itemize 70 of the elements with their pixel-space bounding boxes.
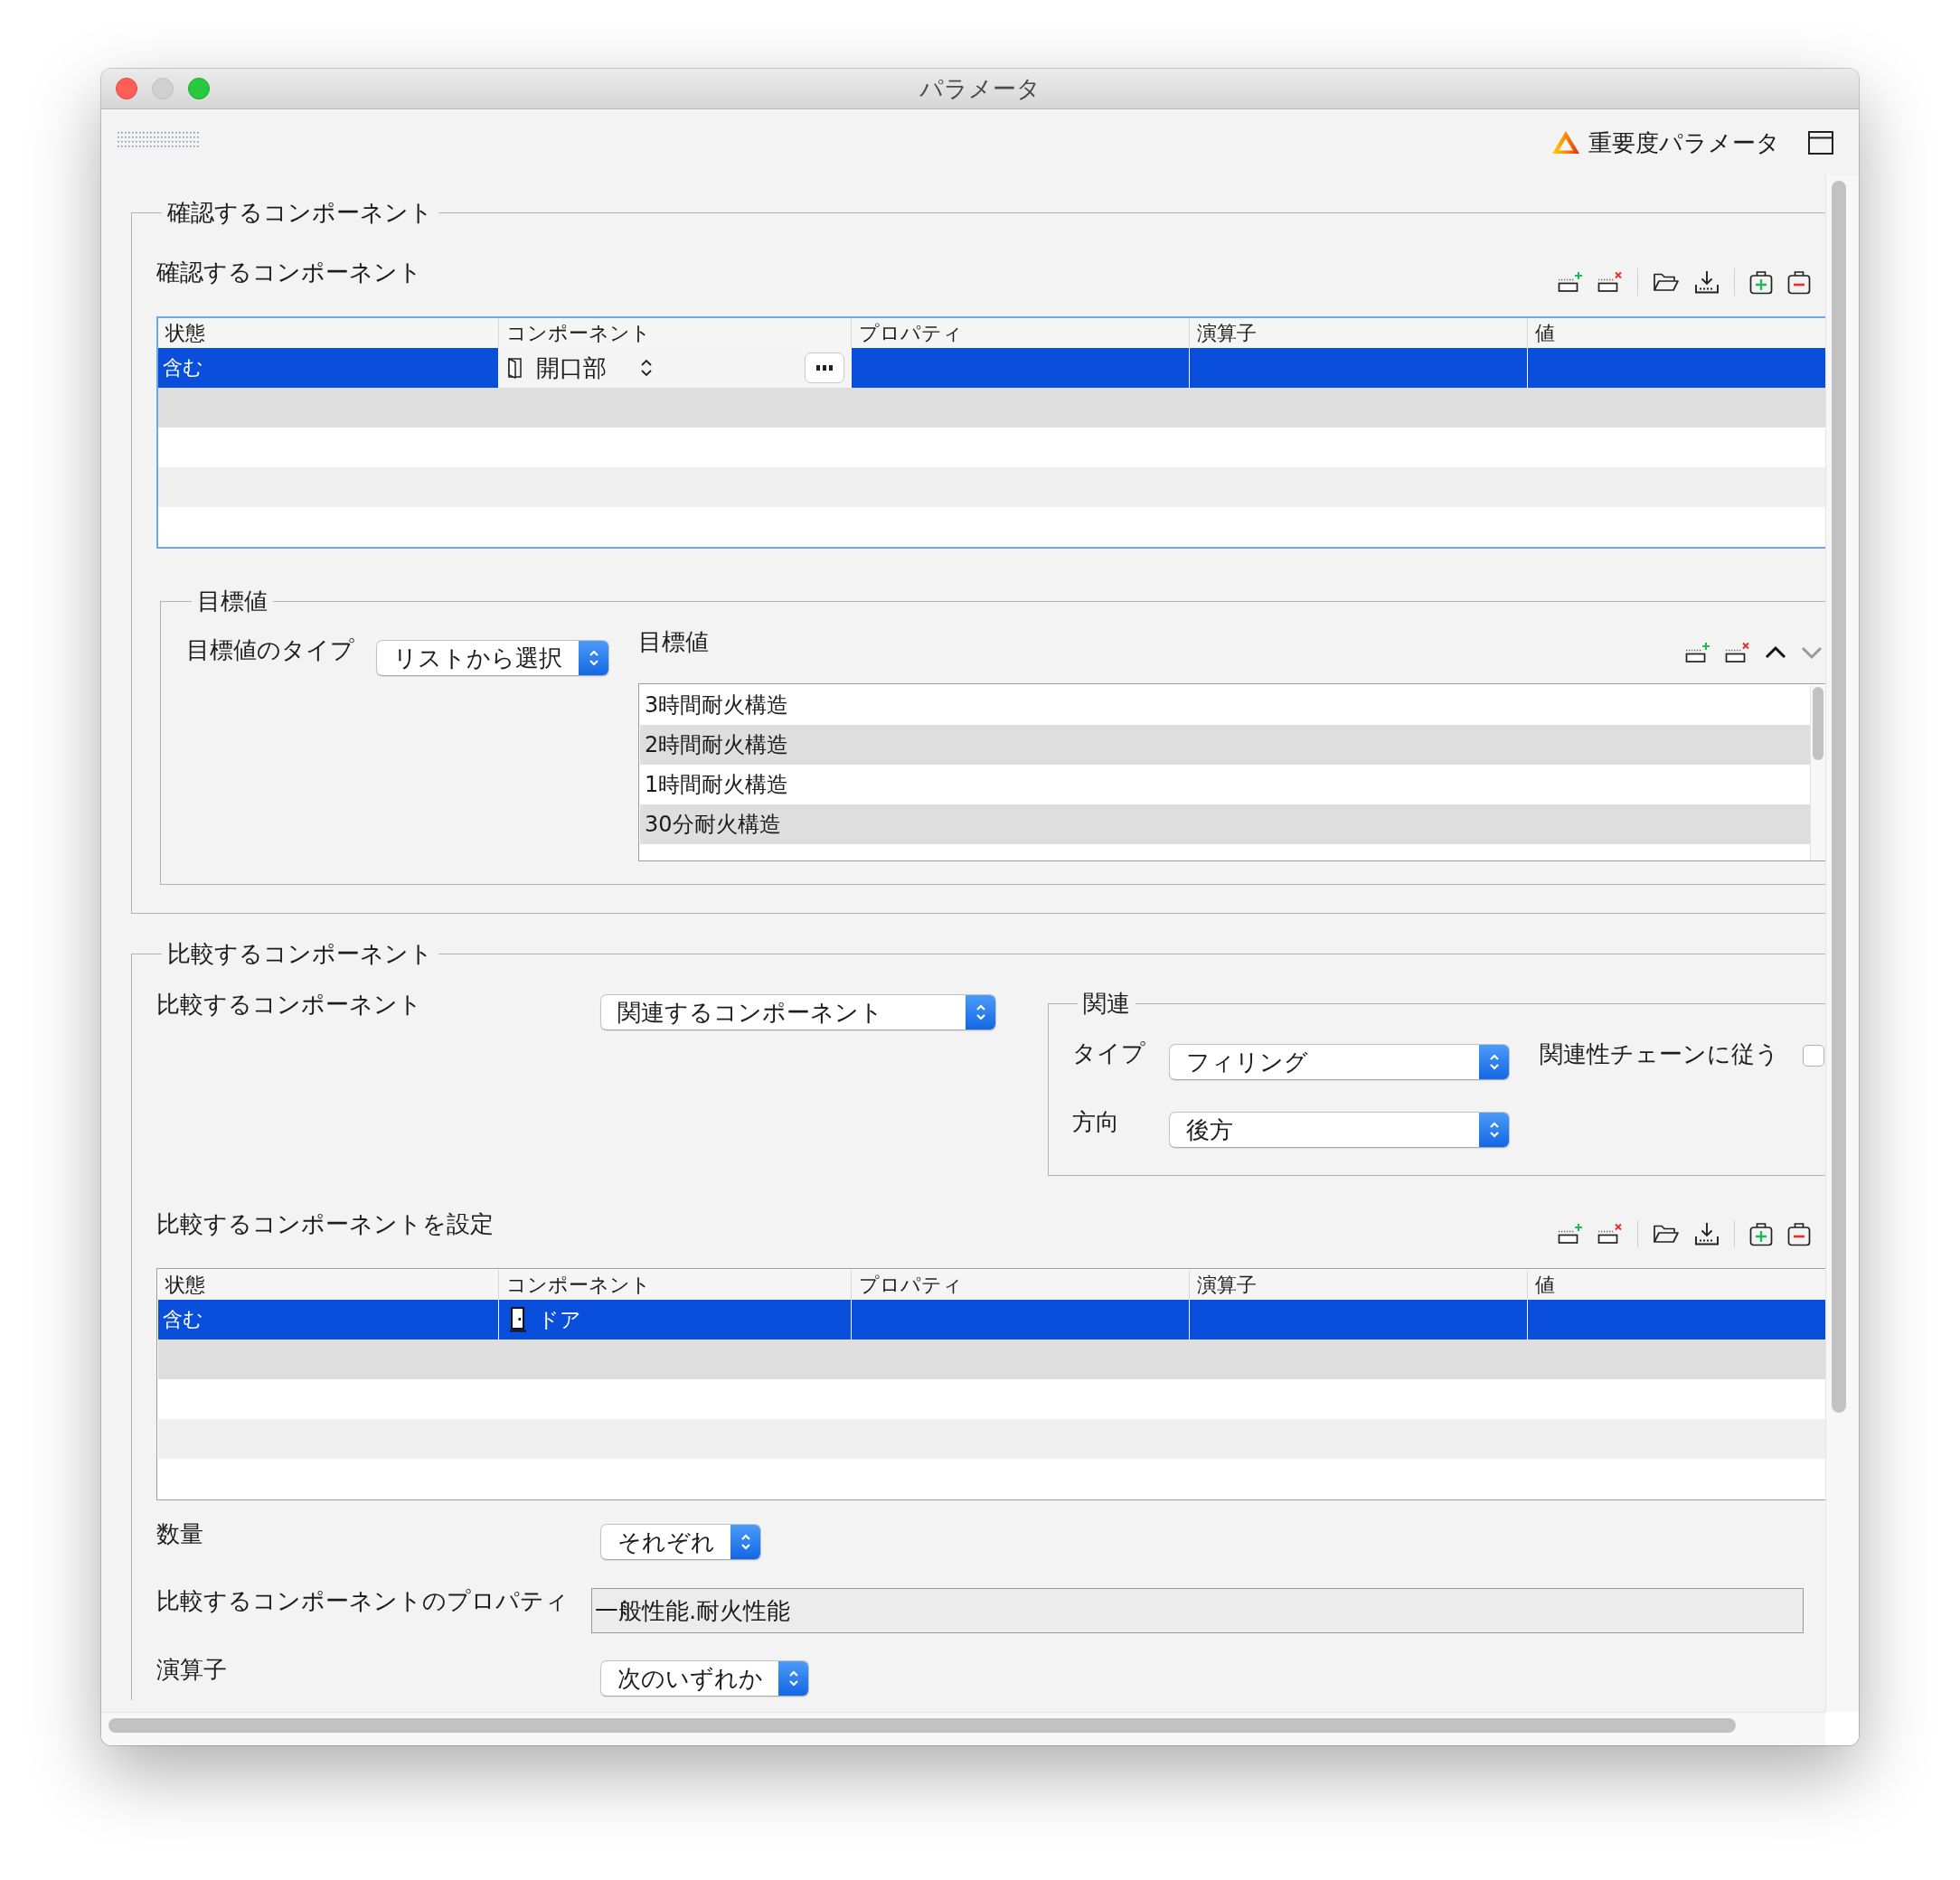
stepper-icon — [579, 641, 608, 675]
stepper-icon — [730, 1525, 760, 1559]
download-icon[interactable] — [1694, 1222, 1720, 1246]
field-label: 数量 — [156, 1520, 203, 1547]
grip-icon[interactable] — [117, 131, 200, 147]
field-label: 比較するコンポーネントのプロパティ — [156, 1587, 569, 1614]
dropdown[interactable]: それぞれ — [600, 1524, 761, 1560]
more-button[interactable] — [805, 352, 844, 383]
field-label: 方向 — [1072, 1108, 1119, 1135]
field-label: タイプ — [1072, 1039, 1145, 1067]
scrollbar-thumb[interactable] — [1813, 687, 1823, 760]
section-title: 比較するコンポーネントを設定 — [156, 1210, 494, 1237]
bag-plus-icon[interactable] — [1749, 1221, 1773, 1246]
row-plus-icon[interactable] — [1558, 271, 1583, 293]
checkbox[interactable] — [1803, 1045, 1824, 1067]
group-title: 比較するコンポーネント — [166, 940, 434, 967]
field-label: 目標値のタイプ — [186, 636, 354, 663]
dropdown[interactable]: フィリング — [1169, 1044, 1510, 1080]
stepper-icon — [778, 1661, 808, 1696]
folder-icon[interactable] — [1653, 1223, 1680, 1245]
list-item[interactable]: 1時間耐火構造 — [640, 765, 1810, 804]
list-item[interactable]: 30分耐火構造 — [640, 804, 1810, 844]
field-label: 目標値 — [638, 628, 709, 655]
component-field[interactable]: 開口部 — [498, 348, 851, 388]
folder-icon[interactable] — [1653, 271, 1680, 293]
up-down-arrows-icon[interactable] — [640, 357, 653, 379]
window-icon[interactable] — [1808, 130, 1833, 155]
column-header[interactable]: 状態 — [158, 1270, 498, 1300]
bag-plus-icon[interactable] — [1749, 269, 1773, 295]
list-item[interactable]: 3時間耐火構造 — [640, 685, 1810, 725]
warning-icon — [1551, 130, 1580, 155]
row-plus-icon[interactable] — [1685, 642, 1710, 663]
download-icon[interactable] — [1694, 270, 1720, 294]
checkbox-label: 関連性チェーンに従う — [1540, 1040, 1779, 1067]
scrollbar-thumb[interactable] — [108, 1718, 1736, 1733]
row-plus-icon[interactable] — [1558, 1223, 1583, 1245]
group-title: 目標値 — [196, 588, 269, 615]
dropdown[interactable]: 後方 — [1169, 1112, 1510, 1148]
table-cell-text: 含む — [162, 355, 204, 381]
row-cross-icon[interactable] — [1597, 271, 1623, 293]
stepper-icon — [966, 995, 995, 1029]
window-title: パラメータ — [919, 75, 1041, 102]
field-label: 比較するコンポーネント — [156, 991, 422, 1018]
column-header[interactable]: 状態 — [158, 318, 498, 348]
dropdown[interactable]: 次のいずれか — [600, 1660, 809, 1697]
group-title: 確認するコンポーネント — [166, 199, 434, 226]
scrollbar-thumb[interactable] — [1832, 181, 1846, 1413]
group-title: 関連 — [1082, 990, 1131, 1017]
table-cell-text: 含む — [162, 1307, 204, 1332]
door-icon — [510, 1307, 526, 1332]
dots-icon — [816, 365, 833, 371]
stepper-icon — [1479, 1113, 1509, 1147]
text-field: 一般性能.耐火性能 — [591, 1588, 1804, 1633]
list-item[interactable]: 2時間耐火構造 — [640, 725, 1810, 765]
row-cross-icon[interactable] — [1597, 1223, 1623, 1245]
severity-button[interactable]: 重要度パラメータ — [1551, 128, 1780, 156]
section-title: 確認するコンポーネント — [156, 258, 422, 286]
table-cell-text: ドア — [538, 1307, 581, 1333]
field-label: 演算子 — [156, 1656, 227, 1683]
dropdown[interactable]: リストから選択 — [376, 640, 609, 676]
dropdown[interactable]: 関連するコンポーネント — [600, 994, 996, 1030]
table-row[interactable]: 含む 開口部 — [158, 348, 1825, 388]
door-frame-icon — [506, 357, 523, 379]
stepper-icon — [1479, 1045, 1509, 1079]
bag-minus-icon[interactable] — [1787, 1221, 1811, 1246]
bag-minus-icon[interactable] — [1787, 269, 1811, 295]
table-row[interactable]: 含む ドア — [158, 1300, 1825, 1340]
chevron-up-icon[interactable] — [1765, 645, 1786, 660]
row-cross-icon[interactable] — [1725, 642, 1750, 663]
close-button[interactable] — [116, 78, 137, 99]
